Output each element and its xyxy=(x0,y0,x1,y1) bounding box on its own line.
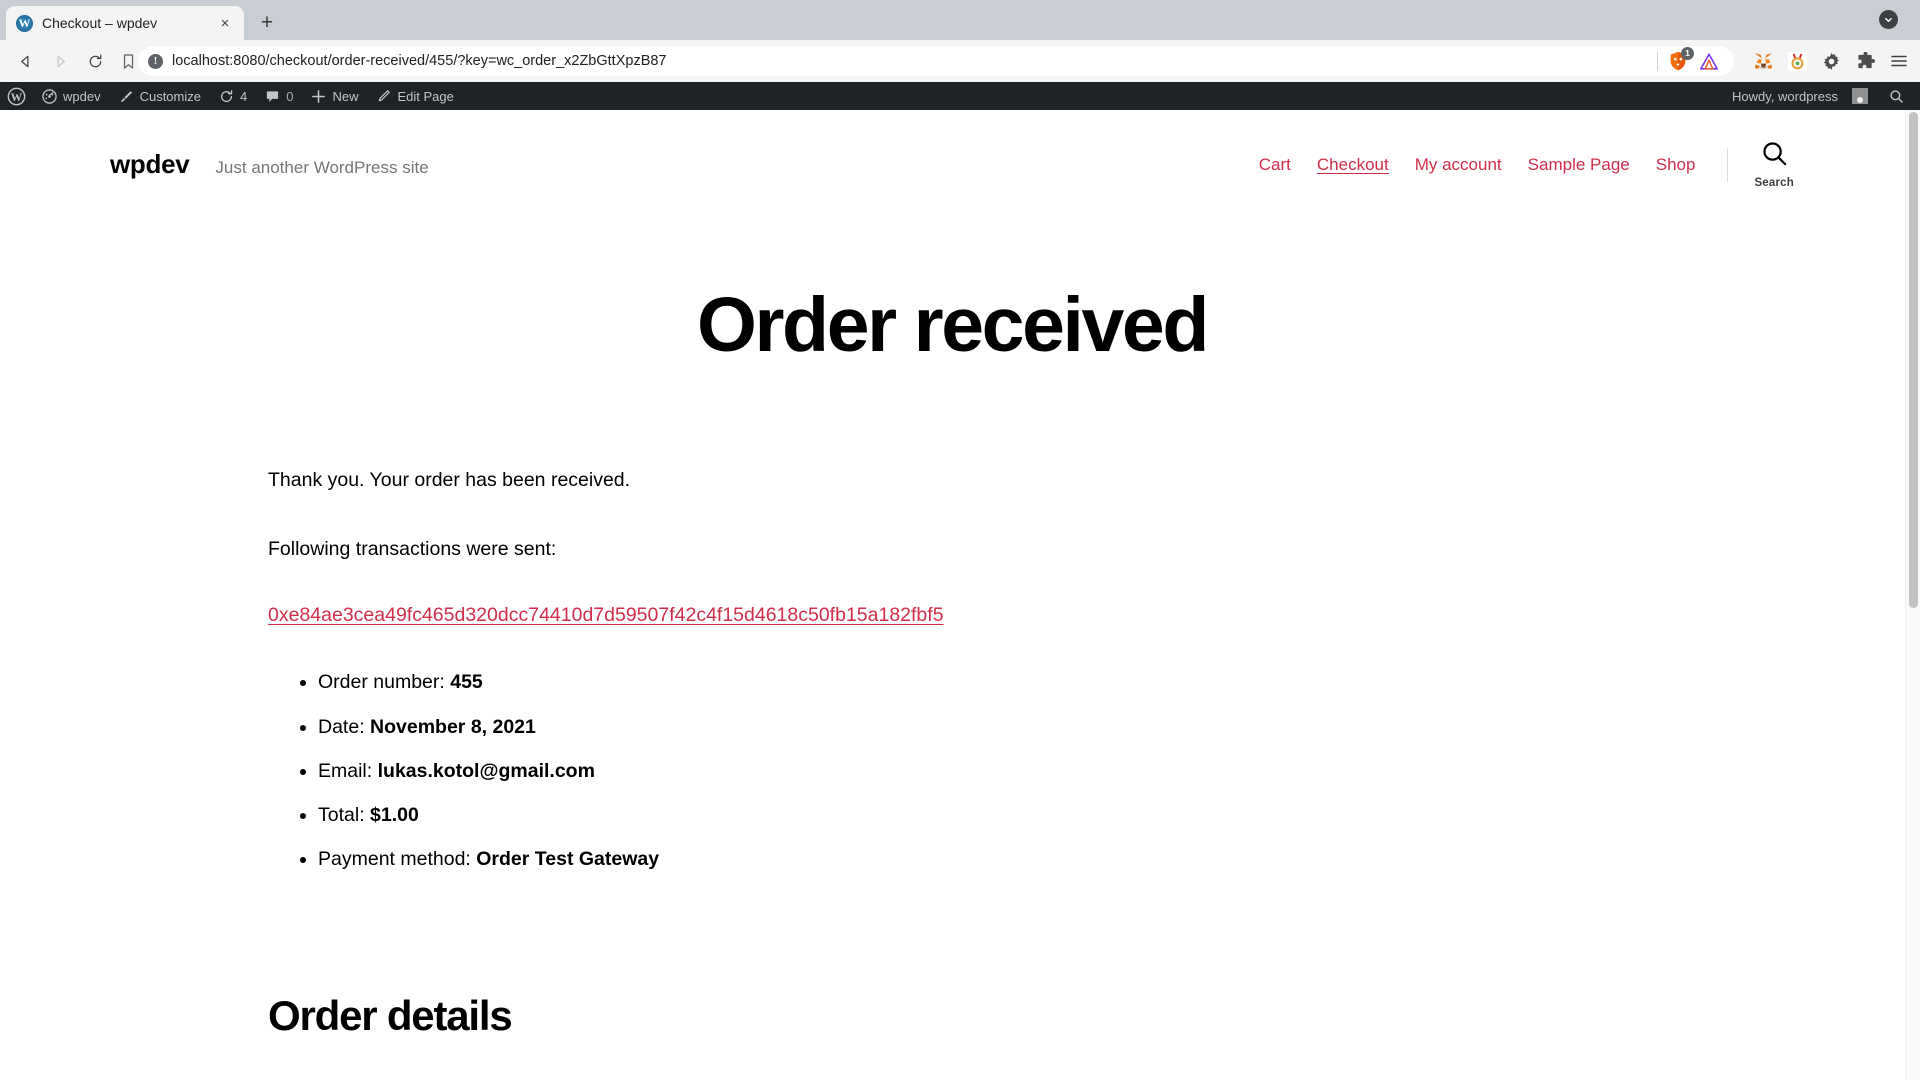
reload-icon[interactable] xyxy=(80,46,111,77)
site-branding: wpdev Just another WordPress site xyxy=(110,149,429,180)
url-text: localhost:8080/checkout/order-received/4… xyxy=(172,53,667,69)
dashboard-icon xyxy=(42,88,57,104)
list-item: Total: $1.00 xyxy=(318,800,1410,830)
info-icon[interactable]: ! xyxy=(148,53,163,69)
admin-bar-item-updates[interactable]: 4 xyxy=(210,82,256,110)
updates-icon xyxy=(219,89,234,104)
order-date-label: Date: xyxy=(318,715,365,738)
brave-shield-icon[interactable]: 1 xyxy=(1667,47,1694,72)
admin-bar-item-site[interactable]: wpdev xyxy=(33,82,110,110)
admin-bar-label: Edit Page xyxy=(397,88,454,104)
admin-bar-left: W wpdev Customize 4 0 New Edit Page xyxy=(0,82,463,110)
transaction-hash-link[interactable]: 0xe84ae3cea49fc465d320dcc74410d7d59507f4… xyxy=(268,604,944,627)
scrollbar-thumb[interactable] xyxy=(1909,112,1918,608)
nav-link-cart[interactable]: Cart xyxy=(1259,155,1291,175)
nav-links: Cart Checkout My account Sample Page Sho… xyxy=(1259,155,1696,175)
list-item: Payment method: Order Test Gateway xyxy=(318,844,1410,874)
page-viewport: wpdev Just another WordPress site Cart C… xyxy=(0,110,1920,1080)
page-title: Order received xyxy=(697,282,1209,368)
forward-arrow-icon xyxy=(45,46,76,77)
medal-extension-icon[interactable] xyxy=(1786,50,1808,72)
back-arrow-icon[interactable] xyxy=(10,46,41,77)
divider xyxy=(1727,147,1729,182)
admin-bar-label: wpdev xyxy=(63,88,101,104)
omnibox-actions: 1 xyxy=(1657,47,1724,72)
puzzle-piece-icon[interactable] xyxy=(1854,50,1876,72)
brave-rewards-triangle-icon[interactable] xyxy=(1698,50,1720,72)
order-email-label: Email: xyxy=(318,759,373,782)
admin-bar-label: New xyxy=(332,88,359,104)
avatar xyxy=(1852,88,1868,104)
primary-navigation: Cart Checkout My account Sample Page Sho… xyxy=(1259,140,1794,189)
wp-logo-glyph: W xyxy=(7,87,26,106)
howdy-label: Howdy, wordpress xyxy=(1732,88,1838,104)
order-received-content: Thank you. Your order has been received.… xyxy=(110,466,1410,1080)
admin-bar-label: Customize xyxy=(139,88,201,104)
browser-toolbar: ! localhost:8080/checkout/order-received… xyxy=(0,40,1920,82)
admin-bar-item-new[interactable]: New xyxy=(302,82,367,110)
list-item: Email: lukas.kotol@gmail.com xyxy=(318,756,1410,786)
shield-badge: 1 xyxy=(1681,47,1694,60)
order-total-label: Total: xyxy=(318,804,365,826)
admin-bar-item-edit-page[interactable]: Edit Page xyxy=(367,82,462,110)
search-icon[interactable] xyxy=(1875,89,1914,104)
order-email-value: lukas.kotol@gmail.com xyxy=(377,759,595,782)
thank-you-message: Thank you. Your order has been received. xyxy=(268,468,631,491)
omnibox-container: ! localhost:8080/checkout/order-received… xyxy=(121,46,1734,76)
divider xyxy=(1657,51,1658,71)
admin-bar-howdy[interactable]: Howdy, wordpress xyxy=(1725,82,1875,110)
browser-extensions-area xyxy=(1744,50,1910,72)
bookmark-icon[interactable] xyxy=(121,53,136,70)
order-details-heading: Order details xyxy=(268,992,513,1040)
admin-bar-count: 4 xyxy=(240,88,248,104)
main-content: Order received Thank you. Your order has… xyxy=(0,285,1904,1080)
list-item: Date: November 8, 2021 xyxy=(318,712,1410,742)
close-icon[interactable]: × xyxy=(216,14,234,32)
admin-bar-item-comments[interactable]: 0 xyxy=(256,82,302,110)
plus-icon xyxy=(311,89,326,104)
header-search-button[interactable]: Search xyxy=(1754,140,1794,189)
comments-icon xyxy=(265,89,280,104)
pencil-icon xyxy=(376,89,391,104)
tab-title: Checkout – wpdev xyxy=(42,15,158,31)
page-content: wpdev Just another WordPress site Cart C… xyxy=(0,110,1904,1080)
order-total-value: $1.00 xyxy=(370,804,419,826)
site-tagline: Just another WordPress site xyxy=(215,158,429,177)
order-overview-list: Order number: 455 Date: November 8, 2021… xyxy=(268,667,1410,874)
wordpress-logo-icon[interactable]: W xyxy=(0,82,33,110)
admin-bar-count: 0 xyxy=(286,88,294,104)
hamburger-menu-icon[interactable] xyxy=(1888,50,1910,72)
payment-method-label: Payment method: xyxy=(318,848,471,871)
browser-tab[interactable]: W Checkout – wpdev × xyxy=(6,6,244,40)
wp-admin-bar: W wpdev Customize 4 0 New Edit Page Howd… xyxy=(0,82,1920,110)
search-icon xyxy=(1761,140,1788,172)
search-label: Search xyxy=(1754,177,1794,189)
nav-link-checkout[interactable]: Checkout xyxy=(1317,155,1389,175)
page-scrollbar[interactable] xyxy=(1905,110,1920,1080)
nav-link-my-account[interactable]: My account xyxy=(1415,155,1502,175)
nav-link-sample-page[interactable]: Sample Page xyxy=(1528,155,1630,175)
site-header: wpdev Just another WordPress site Cart C… xyxy=(0,110,1904,189)
site-title[interactable]: wpdev xyxy=(110,149,190,180)
gear-icon[interactable] xyxy=(1820,50,1842,72)
nav-link-shop[interactable]: Shop xyxy=(1656,155,1696,175)
svg-text:W: W xyxy=(11,91,23,103)
browser-window: W Checkout – wpdev × + ! localhost:8080/… xyxy=(0,0,1920,1080)
transactions-intro: Following transactions were sent: xyxy=(268,538,557,561)
wordpress-favicon-icon: W xyxy=(16,14,33,32)
metamask-fox-icon[interactable] xyxy=(1752,50,1774,72)
admin-bar-item-customize[interactable]: Customize xyxy=(110,82,210,110)
new-tab-button[interactable]: + xyxy=(252,7,282,37)
payment-method-value: Order Test Gateway xyxy=(476,848,660,871)
admin-bar-right: Howdy, wordpress xyxy=(1725,82,1920,110)
chevron-down-icon[interactable] xyxy=(1879,10,1898,29)
customize-brush-icon xyxy=(119,89,134,104)
order-date-value: November 8, 2021 xyxy=(370,715,536,738)
list-item: Order number: 455 xyxy=(318,667,1410,697)
tab-strip: W Checkout – wpdev × + xyxy=(0,0,1920,40)
order-number-label: Order number: xyxy=(318,671,445,694)
address-bar[interactable]: ! localhost:8080/checkout/order-received… xyxy=(138,46,1734,76)
order-number-value: 455 xyxy=(450,671,483,694)
